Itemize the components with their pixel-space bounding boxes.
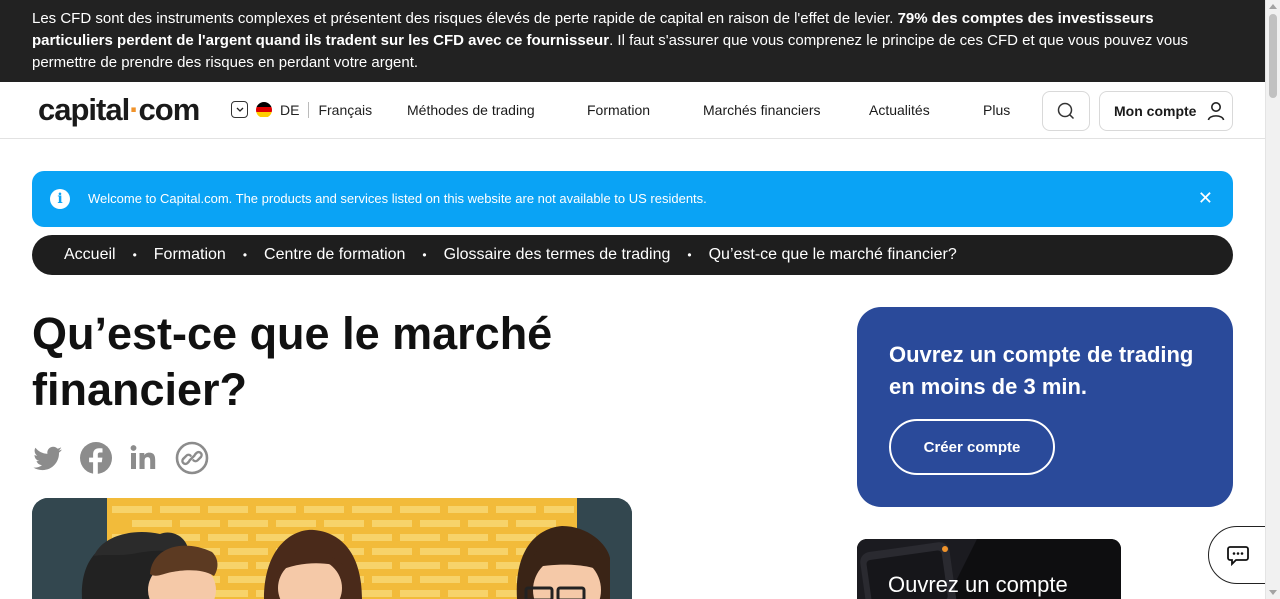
breadcrumb-centre-de-formation[interactable]: Centre de formation <box>264 246 405 264</box>
open-account-heading: Ouvrez un compte de trading en moins de … <box>889 342 1194 399</box>
risk-warning-banner: Les CFD sont des instruments complexes e… <box>0 0 1265 82</box>
scroll-up-arrow[interactable] <box>1269 4 1277 9</box>
twitter-icon[interactable] <box>31 441 65 475</box>
search-button[interactable] <box>1042 91 1090 131</box>
create-account-button[interactable]: Créer compte <box>889 419 1055 475</box>
us-residents-alert: i Welcome to Capital.com. The products a… <box>32 171 1233 227</box>
risk-text-start: Les CFD sont des instruments complexes e… <box>32 10 898 27</box>
facebook-icon[interactable] <box>79 441 113 475</box>
germany-flag-icon <box>256 101 272 118</box>
breadcrumb-accueil[interactable]: Accueil <box>64 246 116 264</box>
link-icon[interactable] <box>175 441 209 475</box>
language-divider <box>308 101 310 118</box>
page-scrollbar[interactable] <box>1265 0 1280 599</box>
search-icon <box>1057 102 1075 120</box>
alert-message: Welcome to Capital.com. The products and… <box>88 191 707 206</box>
logo-text-left: capital <box>38 92 130 127</box>
breadcrumb-separator: • <box>132 248 137 262</box>
breadcrumb-current-page: Qu’est-ce que le marché financier? <box>708 246 957 263</box>
logo-text-right: com <box>138 92 201 127</box>
breadcrumb-separator: • <box>422 248 427 262</box>
breadcrumb: Accueil • Formation • Centre de formatio… <box>32 235 1233 275</box>
my-account-label: Mon compte <box>1114 103 1197 119</box>
language-label[interactable]: Français <box>318 102 372 118</box>
user-icon <box>1208 102 1225 121</box>
nav-formation[interactable]: Formation <box>587 102 650 118</box>
app-promo-card[interactable]: Ouvrez un compte <box>857 539 1121 599</box>
site-header: capital·com DE Français Méthodes de trad… <box>0 82 1265 139</box>
capital-com-logo[interactable]: capital·com <box>38 92 201 128</box>
linkedin-icon[interactable] <box>127 441 161 475</box>
breadcrumb-glossaire[interactable]: Glossaire des termes de trading <box>444 246 671 264</box>
logo-dot: · <box>129 92 139 127</box>
my-account-button[interactable]: Mon compte <box>1099 91 1233 131</box>
breadcrumb-separator: • <box>242 248 248 262</box>
scroll-down-arrow[interactable] <box>1269 590 1277 595</box>
breadcrumb-separator: • <box>687 248 692 262</box>
page-title: Qu’est-ce que le marché financier? <box>32 308 553 415</box>
chat-button[interactable] <box>1208 526 1270 584</box>
app-promo-text: Ouvrez un compte <box>888 572 1068 597</box>
close-icon[interactable]: ✕ <box>1198 188 1213 209</box>
country-code: DE <box>280 101 300 118</box>
nav-plus[interactable]: Plus <box>983 102 1010 118</box>
breadcrumb-formation[interactable]: Formation <box>154 246 226 264</box>
language-selector[interactable]: DE Français <box>231 101 372 118</box>
chevron-down-icon[interactable] <box>231 101 248 118</box>
chat-icon <box>1227 546 1249 566</box>
open-account-card: Ouvrez un compte de trading en moins de … <box>857 307 1233 507</box>
nav-methodes-de-trading[interactable]: Méthodes de trading <box>407 102 535 118</box>
nav-actualites[interactable]: Actualités <box>869 102 930 118</box>
info-icon: i <box>50 189 70 209</box>
nav-marches-financiers[interactable]: Marchés financiers <box>703 102 821 118</box>
scrollbar-thumb[interactable] <box>1269 14 1277 98</box>
article-hero-image <box>32 498 632 599</box>
